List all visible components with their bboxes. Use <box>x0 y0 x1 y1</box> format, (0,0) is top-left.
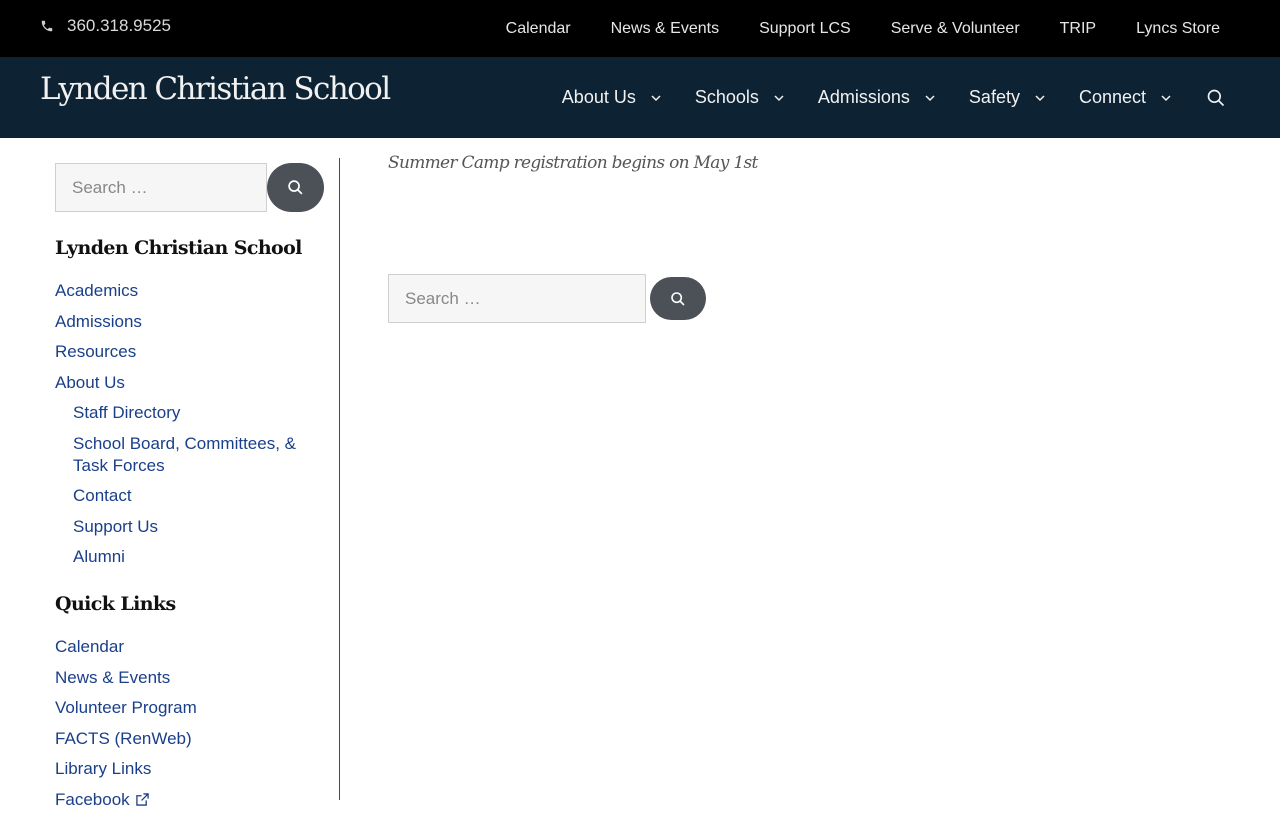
quick-link-calendar[interactable]: Calendar <box>55 637 124 656</box>
sidebar-search-box <box>55 163 267 212</box>
sidebar-section-title: Lynden Christian School <box>55 237 302 259</box>
phone-icon <box>41 20 53 32</box>
list-item: Library Links <box>55 758 197 780</box>
list-item: Support Us <box>55 516 325 538</box>
content-search-box <box>388 274 646 323</box>
sidebar-divider <box>339 158 340 800</box>
list-item: News & Events <box>55 667 197 689</box>
sidebar-links-quick: Calendar News & Events Volunteer Program… <box>55 636 197 819</box>
main-nav: About Us Schools Admissions Safety Conne… <box>562 57 1280 138</box>
quick-link-news-events[interactable]: News & Events <box>55 668 170 687</box>
external-link-icon <box>135 792 149 806</box>
list-item: Staff Directory <box>55 402 325 424</box>
utility-link-lyncs-store[interactable]: Lyncs Store <box>1136 20 1220 38</box>
sidebar-link-academics[interactable]: Academics <box>55 281 138 300</box>
sidebar-link-resources[interactable]: Resources <box>55 342 136 361</box>
list-item: School Board, Committees, & Task Forces <box>55 433 325 477</box>
nav-item-schools[interactable]: Schools <box>695 87 785 108</box>
quick-link-library-links[interactable]: Library Links <box>55 759 151 778</box>
utility-nav: Calendar News & Events Support LCS Serve… <box>506 0 1220 57</box>
sidebar-search-input[interactable] <box>56 176 264 199</box>
quick-link-facebook[interactable]: Facebook <box>55 790 130 809</box>
list-item: Resources <box>55 341 325 363</box>
list-item: Volunteer Program <box>55 697 197 719</box>
search-icon <box>288 180 303 195</box>
utility-link-serve-volunteer[interactable]: Serve & Volunteer <box>891 20 1020 38</box>
sidebar-link-staff-directory[interactable]: Staff Directory <box>73 403 180 422</box>
chevron-down-icon <box>651 94 661 101</box>
nav-item-connect[interactable]: Connect <box>1079 87 1172 108</box>
search-icon <box>671 291 685 306</box>
list-item: About Us <box>55 372 325 394</box>
list-item: Academics <box>55 280 325 302</box>
nav-item-about-us[interactable]: About Us <box>562 87 662 108</box>
content-search-button[interactable] <box>650 277 706 320</box>
nav-item-admissions[interactable]: Admissions <box>818 87 936 108</box>
sidebar: Lynden Christian School Academics Admiss… <box>55 163 325 809</box>
chevron-down-icon <box>1035 94 1045 101</box>
list-item: Alumni <box>55 546 325 568</box>
content-search <box>388 274 706 323</box>
chevron-down-icon <box>774 94 784 101</box>
chevron-down-icon <box>925 94 935 101</box>
phone-contact[interactable]: 360.318.9525 <box>40 13 171 39</box>
chevron-down-icon <box>1161 94 1171 101</box>
list-item: Contact <box>55 485 325 507</box>
utility-link-trip[interactable]: TRIP <box>1060 20 1096 38</box>
nav-label: Admissions <box>817 87 910 107</box>
sidebar-section-title: Quick Links <box>55 593 176 615</box>
content-search-input[interactable] <box>389 287 597 310</box>
utility-link-support-lcs[interactable]: Support LCS <box>759 20 851 38</box>
sidebar-link-school-board[interactable]: School Board, Committees, & Task Forces <box>73 434 296 475</box>
sidebar-search <box>55 163 325 212</box>
sidebar-link-admissions[interactable]: Admissions <box>55 312 142 331</box>
utility-link-news-events[interactable]: News & Events <box>611 20 719 38</box>
site-logo[interactable]: Lynden Christian School <box>40 71 391 107</box>
sidebar-link-alumni[interactable]: Alumni <box>73 547 125 566</box>
sidebar-link-contact[interactable]: Contact <box>73 486 132 505</box>
top-bar: 360.318.9525 Calendar News & Events Supp… <box>0 0 1280 57</box>
search-icon <box>1207 89 1225 106</box>
sidebar-search-button[interactable] <box>267 163 324 212</box>
sidebar-link-support-us[interactable]: Support Us <box>73 517 158 536</box>
quick-link-volunteer-program[interactable]: Volunteer Program <box>55 698 197 717</box>
site-header: Lynden Christian School About Us Schools… <box>0 57 1280 138</box>
quick-link-facts-renweb[interactable]: FACTS (RenWeb) <box>55 729 192 748</box>
summer-camp-notice: Summer Camp registration begins on May 1… <box>388 153 758 173</box>
nav-label: Schools <box>694 87 759 107</box>
sidebar-link-about-us[interactable]: About Us <box>55 373 125 392</box>
nav-label: About Us <box>561 87 636 107</box>
list-item: Calendar <box>55 636 197 658</box>
phone-number[interactable]: 360.318.9525 <box>67 16 171 36</box>
sidebar-links-school: Academics Admissions Resources About Us … <box>55 280 325 577</box>
nav-label: Safety <box>968 87 1020 107</box>
list-item: Admissions <box>55 311 325 333</box>
nav-item-safety[interactable]: Safety <box>969 87 1046 108</box>
utility-link-calendar[interactable]: Calendar <box>506 20 571 38</box>
list-item: FACTS (RenWeb) <box>55 728 197 750</box>
nav-label: Connect <box>1078 87 1146 107</box>
header-search-button[interactable] <box>1204 86 1228 110</box>
